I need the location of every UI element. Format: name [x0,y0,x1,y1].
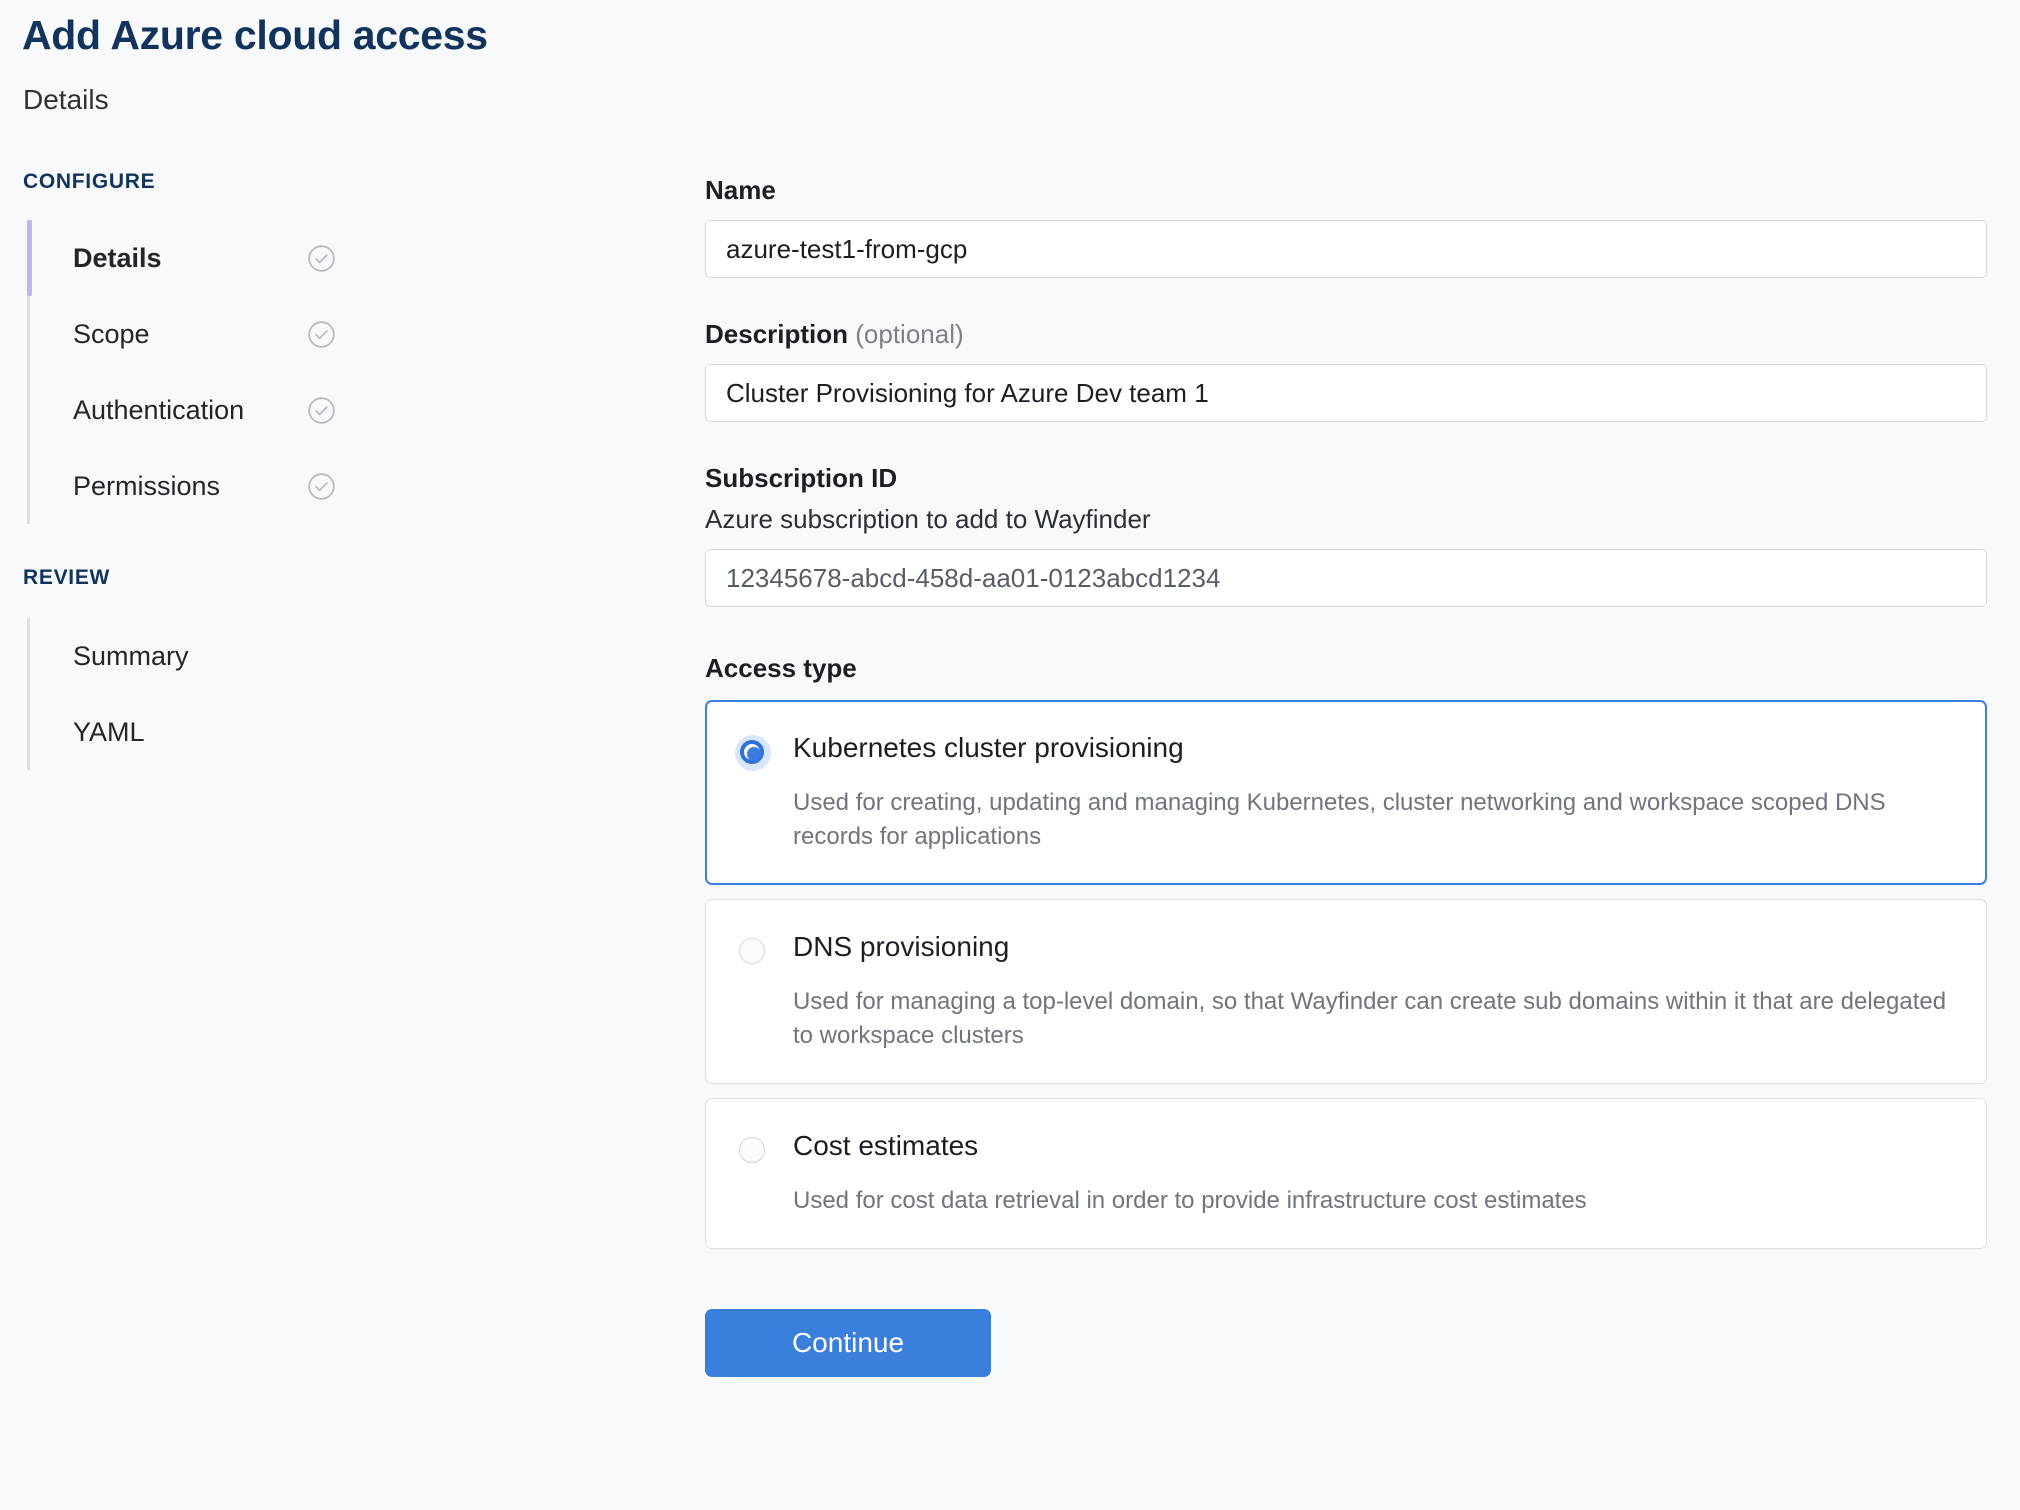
sidebar-item-yaml[interactable]: YAML [0,694,420,770]
check-circle-icon [307,472,336,501]
step-indicator [27,618,32,694]
configure-steps-list: Details Scope Authentication Permissions [0,220,420,524]
access-type-option-title: Kubernetes cluster provisioning [793,732,1184,763]
radio-ring [739,938,765,965]
access-type-group: Access type Kubernetes cluster provision… [705,653,1987,1250]
subscription-id-field-group: Subscription ID Azure subscription to ad… [705,463,1987,607]
access-type-option-cost-estimates[interactable]: Cost estimates Used for cost data retrie… [705,1098,1987,1250]
description-input[interactable] [705,364,1987,422]
radio-ring [739,1137,765,1164]
access-type-option-kubernetes-cluster-provisioning[interactable]: Kubernetes cluster provisioning Used for… [705,700,1987,886]
sidebar-item-label: YAML [73,716,145,747]
description-optional-suffix: (optional) [848,319,964,349]
check-circle-icon [307,244,336,273]
radio-cost-estimates[interactable] [736,1134,768,1166]
step-indicator [27,694,32,770]
page-title: Add Azure cloud access [22,12,488,58]
access-type-option-dns-provisioning[interactable]: DNS provisioning Used for managing a top… [705,899,1987,1085]
sidebar-item-authentication[interactable]: Authentication [0,372,420,448]
add-azure-cloud-access-page: Add Azure cloud access Details CONFIGURE… [0,0,2020,1510]
sidebar-item-label: Permissions [73,470,221,501]
subscription-id-label: Subscription ID [705,463,898,493]
sidebar-section-configure-heading: CONFIGURE [23,170,156,193]
active-step-indicator [27,220,32,296]
sidebar-item-label: Summary [73,640,189,671]
access-type-option-description: Used for creating, updating and managing… [793,789,1886,851]
check-circle-icon [307,320,336,349]
description-label-text: Description [705,319,849,349]
name-field-group: Name [705,175,1987,278]
access-type-option-title: Cost estimates [793,1130,979,1162]
access-type-label: Access type [705,653,857,683]
sidebar-item-details[interactable]: Details [0,220,420,296]
subscription-id-helper-text: Azure subscription to add to Wayfinder [705,504,1151,534]
radio-dot [747,747,761,761]
sidebar-item-label: Scope [73,318,150,349]
radio-kubernetes-cluster-provisioning[interactable] [735,735,771,771]
details-form: Name Description (optional) Subscription… [705,175,1987,1378]
form-actions: Continue [705,1309,1987,1378]
step-indicator [27,372,32,448]
step-indicator [27,296,32,372]
sidebar-item-summary[interactable]: Summary [0,618,420,694]
continue-button[interactable]: Continue [705,1309,991,1378]
radio-dns-provisioning[interactable] [736,935,768,967]
sidebar-item-permissions[interactable]: Permissions [0,448,420,524]
step-indicator [27,448,32,524]
sidebar-section-review-heading: REVIEW [23,566,111,589]
access-type-option-description: Used for managing a top-level domain, so… [793,988,1947,1050]
access-type-options: Kubernetes cluster provisioning Used for… [705,700,1987,1250]
description-label: Description (optional) [705,319,1987,350]
sidebar-item-label: Authentication [73,394,245,425]
page-subtitle: Details [23,84,109,115]
access-type-option-description: Used for cost data retrieval in order to… [793,1187,1587,1215]
name-input[interactable] [705,220,1987,278]
subscription-id-input[interactable] [705,549,1987,607]
sidebar-item-label: Details [73,242,162,273]
review-steps-list: Summary YAML [0,618,420,770]
check-circle-icon [307,396,336,425]
name-label: Name [705,175,776,205]
sidebar-item-scope[interactable]: Scope [0,296,420,372]
description-field-group: Description (optional) [705,319,1987,422]
wizard-stepper-sidebar: CONFIGURE Details Scope Authentication P… [0,170,420,770]
access-type-option-title: DNS provisioning [793,931,1010,963]
